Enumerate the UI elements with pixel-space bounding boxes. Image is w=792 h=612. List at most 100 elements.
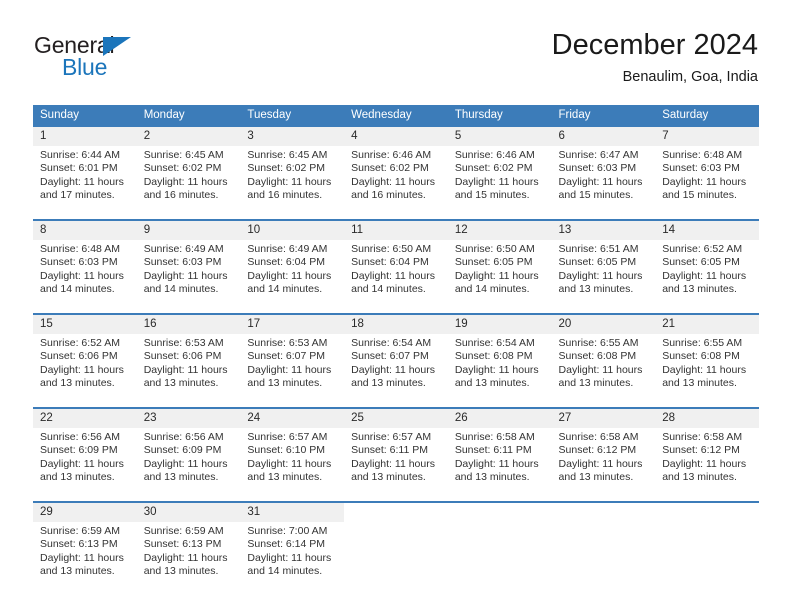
day-cell[interactable]: 25 Sunrise: 6:57 AM Sunset: 6:11 PM Dayl… (344, 407, 448, 493)
calendar-header-row: Sunday Monday Tuesday Wednesday Thursday… (33, 105, 759, 126)
day-details: Sunrise: 6:52 AM Sunset: 6:06 PM Dayligh… (33, 334, 137, 391)
day-cell[interactable]: 11 Sunrise: 6:50 AM Sunset: 6:04 PM Dayl… (344, 219, 448, 305)
day-number: 6 (551, 127, 656, 146)
day-cell[interactable]: 23 Sunrise: 6:56 AM Sunset: 6:09 PM Dayl… (136, 407, 241, 493)
day-number: 20 (551, 315, 656, 334)
day-cell[interactable]: 31 Sunrise: 7:00 AM Sunset: 6:14 PM Dayl… (240, 501, 345, 587)
sunrise-text: Sunrise: 6:51 AM (558, 243, 639, 255)
day-cell[interactable]: 19 Sunrise: 6:54 AM Sunset: 6:08 PM Dayl… (447, 313, 552, 399)
day-cell[interactable]: 20 Sunrise: 6:55 AM Sunset: 6:08 PM Dayl… (551, 313, 656, 399)
day-number: 12 (447, 221, 552, 240)
sunrise-text: Sunrise: 6:49 AM (247, 243, 328, 255)
day-cell[interactable]: 9 Sunrise: 6:49 AM Sunset: 6:03 PM Dayli… (136, 219, 241, 305)
day-cell[interactable]: 1 Sunrise: 6:44 AM Sunset: 6:01 PM Dayli… (33, 125, 137, 211)
day-cell[interactable]: 26 Sunrise: 6:58 AM Sunset: 6:11 PM Dayl… (447, 407, 552, 493)
day-details: Sunrise: 6:57 AM Sunset: 6:10 PM Dayligh… (240, 428, 344, 485)
day-cell[interactable]: 30 Sunrise: 6:59 AM Sunset: 6:13 PM Dayl… (136, 501, 241, 587)
daylight-text-line2: and 13 minutes. (143, 471, 219, 484)
daylight-text-line1: Daylight: 11 hours (40, 175, 124, 188)
day-cell[interactable]: 5 Sunrise: 6:46 AM Sunset: 6:02 PM Dayli… (447, 125, 552, 211)
sunrise-text: Sunrise: 6:50 AM (454, 243, 535, 255)
calendar-week-row: 8 Sunrise: 6:48 AM Sunset: 6:03 PM Dayli… (33, 219, 759, 305)
daylight-text-line1: Daylight: 11 hours (40, 269, 124, 282)
daylight-text-line1: Daylight: 11 hours (40, 551, 124, 564)
day-number: 27 (551, 409, 656, 428)
day-details: Sunrise: 6:49 AM Sunset: 6:04 PM Dayligh… (240, 240, 344, 297)
day-cell[interactable]: 14 Sunrise: 6:52 AM Sunset: 6:05 PM Dayl… (655, 219, 759, 305)
day-cell[interactable]: 18 Sunrise: 6:54 AM Sunset: 6:07 PM Dayl… (344, 313, 448, 399)
sunset-text: Sunset: 6:09 PM (143, 444, 222, 457)
day-cell[interactable]: 27 Sunrise: 6:58 AM Sunset: 6:12 PM Dayl… (551, 407, 656, 493)
sunrise-text: Sunrise: 6:54 AM (351, 337, 432, 349)
day-details: Sunrise: 6:45 AM Sunset: 6:02 PM Dayligh… (240, 146, 344, 203)
daylight-text-line2: and 13 minutes. (247, 377, 323, 390)
daylight-text-line2: and 14 minutes. (247, 565, 323, 578)
logo-text-blue: Blue (62, 54, 108, 80)
general-blue-logo[interactable]: General Blue (34, 33, 214, 85)
day-details: Sunrise: 6:58 AM Sunset: 6:12 PM Dayligh… (655, 428, 759, 485)
day-number: 21 (655, 315, 759, 334)
sunset-text: Sunset: 6:13 PM (40, 538, 118, 551)
daylight-text-line2: and 16 minutes. (351, 189, 426, 202)
sunrise-text: Sunrise: 6:53 AM (247, 337, 328, 349)
day-number: 1 (33, 127, 137, 146)
sunrise-text: Sunrise: 6:59 AM (40, 525, 120, 537)
day-cell[interactable]: 10 Sunrise: 6:49 AM Sunset: 6:04 PM Dayl… (240, 219, 345, 305)
day-cell[interactable]: 13 Sunrise: 6:51 AM Sunset: 6:05 PM Dayl… (551, 219, 656, 305)
day-cell[interactable]: 12 Sunrise: 6:50 AM Sunset: 6:05 PM Dayl… (447, 219, 552, 305)
daylight-text-line2: and 13 minutes. (662, 471, 737, 484)
daylight-text-line2: and 13 minutes. (454, 377, 530, 390)
daylight-text-line1: Daylight: 11 hours (40, 457, 124, 470)
day-cell[interactable]: 28 Sunrise: 6:58 AM Sunset: 6:12 PM Dayl… (655, 407, 759, 493)
daylight-text-line2: and 13 minutes. (351, 471, 426, 484)
weekday-header-monday: Monday (136, 105, 241, 126)
daylight-text-line2: and 13 minutes. (40, 471, 115, 484)
calendar-week-row: 1 Sunrise: 6:44 AM Sunset: 6:01 PM Dayli… (33, 125, 759, 211)
day-number: 7 (655, 127, 759, 146)
day-number: 2 (136, 127, 241, 146)
sunrise-text: Sunrise: 6:53 AM (143, 337, 224, 349)
day-cell[interactable]: 17 Sunrise: 6:53 AM Sunset: 6:07 PM Dayl… (240, 313, 345, 399)
day-number: 17 (240, 315, 345, 334)
sunrise-text: Sunrise: 6:57 AM (247, 431, 328, 443)
day-cell[interactable]: 16 Sunrise: 6:53 AM Sunset: 6:06 PM Dayl… (136, 313, 241, 399)
sunrise-text: Sunrise: 6:45 AM (143, 149, 224, 161)
daylight-text-line1: Daylight: 11 hours (454, 457, 539, 470)
daylight-text-line2: and 14 minutes. (143, 283, 219, 296)
day-cell[interactable]: 3 Sunrise: 6:45 AM Sunset: 6:02 PM Dayli… (240, 125, 345, 211)
day-details: Sunrise: 6:55 AM Sunset: 6:08 PM Dayligh… (552, 334, 656, 391)
day-cell[interactable]: 7 Sunrise: 6:48 AM Sunset: 6:03 PM Dayli… (655, 125, 759, 211)
day-details: Sunrise: 6:49 AM Sunset: 6:03 PM Dayligh… (137, 240, 241, 297)
day-cell[interactable]: 21 Sunrise: 6:55 AM Sunset: 6:08 PM Dayl… (655, 313, 759, 399)
day-cell[interactable]: 15 Sunrise: 6:52 AM Sunset: 6:06 PM Dayl… (33, 313, 137, 399)
day-cell[interactable]: 2 Sunrise: 6:45 AM Sunset: 6:02 PM Dayli… (136, 125, 241, 211)
daylight-text-line1: Daylight: 11 hours (662, 269, 747, 282)
day-cell[interactable]: 6 Sunrise: 6:47 AM Sunset: 6:03 PM Dayli… (551, 125, 656, 211)
day-details: Sunrise: 6:52 AM Sunset: 6:05 PM Dayligh… (655, 240, 759, 297)
day-number: 31 (240, 503, 345, 522)
day-number: 5 (447, 127, 552, 146)
sunset-text: Sunset: 6:08 PM (454, 350, 533, 363)
day-details: Sunrise: 6:50 AM Sunset: 6:04 PM Dayligh… (344, 240, 448, 297)
daylight-text-line1: Daylight: 11 hours (558, 269, 643, 282)
day-details: Sunrise: 6:58 AM Sunset: 6:12 PM Dayligh… (552, 428, 656, 485)
day-details: Sunrise: 6:54 AM Sunset: 6:07 PM Dayligh… (344, 334, 448, 391)
day-number: 29 (33, 503, 137, 522)
daylight-text-line1: Daylight: 11 hours (40, 363, 124, 376)
daylight-text-line1: Daylight: 11 hours (351, 269, 435, 282)
day-details: Sunrise: 6:45 AM Sunset: 6:02 PM Dayligh… (137, 146, 241, 203)
daylight-text-line2: and 13 minutes. (143, 565, 219, 578)
day-number: 18 (344, 315, 448, 334)
day-cell[interactable]: 29 Sunrise: 6:59 AM Sunset: 6:13 PM Dayl… (33, 501, 137, 587)
day-cell[interactable]: 22 Sunrise: 6:56 AM Sunset: 6:09 PM Dayl… (33, 407, 137, 493)
day-cell[interactable]: 4 Sunrise: 6:46 AM Sunset: 6:02 PM Dayli… (344, 125, 448, 211)
sunset-text: Sunset: 6:03 PM (662, 162, 740, 175)
daylight-text-line1: Daylight: 11 hours (143, 363, 228, 376)
day-cell-empty (655, 501, 759, 587)
day-cell[interactable]: 8 Sunrise: 6:48 AM Sunset: 6:03 PM Dayli… (33, 219, 137, 305)
sunset-text: Sunset: 6:11 PM (454, 444, 532, 457)
day-details: Sunrise: 7:00 AM Sunset: 6:14 PM Dayligh… (240, 522, 344, 579)
sunrise-text: Sunrise: 6:58 AM (454, 431, 535, 443)
day-cell[interactable]: 24 Sunrise: 6:57 AM Sunset: 6:10 PM Dayl… (240, 407, 345, 493)
sunrise-text: Sunrise: 6:45 AM (247, 149, 328, 161)
